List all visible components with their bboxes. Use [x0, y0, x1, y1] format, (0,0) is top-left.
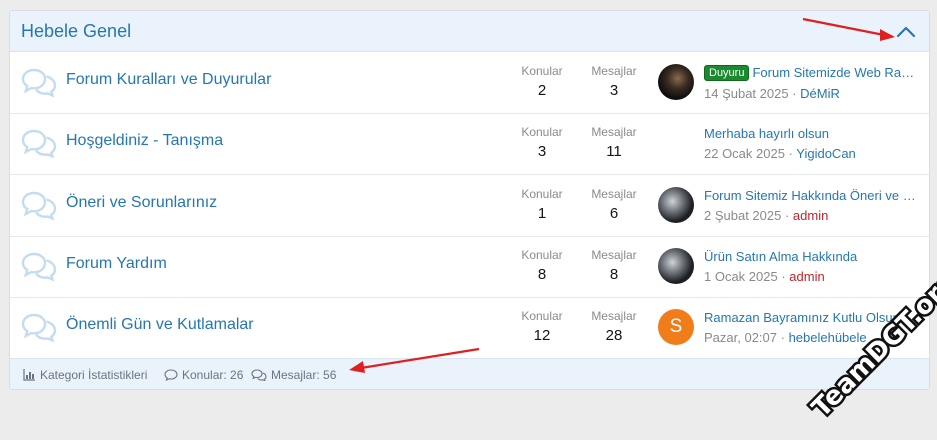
latest-post: Merhaba hayırlı olsun 22 Ocak 2025 · Yigi…	[704, 126, 919, 161]
forum-category-block: Hebele Genel Forum Kuralları ve Duyurula…	[9, 10, 930, 390]
latest-post-title-text: Forum Sitemizde Web Rad...	[752, 65, 919, 80]
forum-chat-icon	[20, 128, 58, 159]
footer-konular: Konular: 26	[164, 368, 243, 382]
stat-mesajlar: Mesajlar 8	[582, 248, 646, 283]
stat-label: Konular	[521, 309, 563, 323]
forum-row: Önemli Gün ve Kutlamalar Konular 12 Mesajla…	[10, 297, 929, 358]
forum-row: Forum Kuralları ve Duyurular Konular 2 Mesa…	[10, 52, 929, 114]
stat-label: Mesajlar	[591, 248, 637, 262]
stat-label: Konular	[521, 125, 563, 139]
stat-label: Konular	[521, 248, 563, 262]
stat-value: 2	[537, 82, 547, 99]
latest-post: Duyuru Forum Sitemizde Web Rad... 14 Şubat…	[704, 65, 919, 101]
latest-post-user[interactable]: DéMiR	[800, 86, 840, 101]
category-footer: Kategori İstatistikleri Konular: 26 Mesa…	[10, 358, 929, 389]
stat-value: 28	[605, 327, 623, 344]
stat-value: 1	[537, 205, 547, 222]
latest-post-title-text: Forum Sitemiz Hakkında Öneri ve S...	[704, 188, 919, 203]
stat-label: Konular	[521, 187, 563, 201]
latest-post-title[interactable]: Ürün Satın Alma Hakkında	[704, 249, 919, 264]
stat-mesajlar: Mesajlar 11	[582, 125, 646, 160]
latest-post-title[interactable]: Ramazan Bayramınız Kutlu Olsun	[704, 310, 919, 325]
latest-post-user[interactable]: admin	[793, 208, 828, 223]
stat-value: 12	[533, 327, 551, 344]
forum-title-link[interactable]: Forum Kuralları ve Duyurular	[66, 71, 271, 89]
footer-mesajlar: Mesajlar: 56	[251, 368, 336, 382]
stat-value: 11	[606, 143, 622, 160]
stat-value: 3	[609, 82, 619, 99]
avatar[interactable]	[658, 248, 694, 284]
latest-post-meta: 2 Şubat 2025 · admin	[704, 208, 829, 223]
latest-post-date[interactable]: 1 Ocak 2025	[704, 269, 778, 284]
latest-post-date[interactable]: 14 Şubat 2025	[704, 86, 789, 101]
stat-label: Mesajlar	[591, 309, 637, 323]
latest-post-meta: 1 Ocak 2025 · admin	[704, 269, 825, 284]
latest-post-title-text: Merhaba hayırlı olsun	[704, 126, 830, 141]
comments-icon	[251, 369, 267, 382]
stat-mesajlar: Mesajlar 6	[582, 187, 646, 222]
forum-row: Forum Yardım Konular 8 Mesajlar 8 Ürün Satın …	[10, 236, 929, 298]
forum-row: Öneri ve Sorunlarınız Konular 1 Mesajlar 6 Fo…	[10, 175, 929, 237]
chevron-up-icon[interactable]	[895, 23, 917, 41]
latest-post-title[interactable]: Duyuru Forum Sitemizde Web Rad...	[704, 65, 919, 81]
latest-post-title[interactable]: Merhaba hayırlı olsun	[704, 126, 919, 141]
stat-label: Mesajlar	[591, 125, 637, 139]
forum-row: Hoşgeldiniz - Tanışma Konular 3 Mesajlar 11 M…	[10, 113, 929, 175]
forum-title-link[interactable]: Hoşgeldiniz - Tanışma	[66, 132, 223, 150]
stat-konular: Konular 8	[510, 248, 574, 283]
latest-post: Forum Sitemiz Hakkında Öneri ve S... 2 Şu…	[704, 188, 919, 223]
stat-konular: Konular 2	[510, 64, 574, 99]
stat-label: Mesajlar	[591, 187, 637, 201]
latest-post-date[interactable]: Pazar, 02:07	[704, 330, 777, 345]
latest-post-title-text: Ramazan Bayramınız Kutlu Olsun	[704, 310, 900, 325]
latest-post-user[interactable]: YigidoCan	[796, 146, 856, 161]
stat-mesajlar: Mesajlar 28	[582, 309, 646, 344]
latest-post-meta: 22 Ocak 2025 · YigidoCan	[704, 146, 856, 161]
latest-post-meta: Pazar, 02:07 · hebelehübele	[704, 330, 867, 345]
stat-label: Mesajlar	[591, 64, 637, 78]
forum-chat-icon	[20, 190, 58, 221]
comment-icon	[164, 369, 178, 382]
prefix-badge[interactable]: Duyuru	[704, 65, 750, 81]
category-title[interactable]: Hebele Genel	[21, 21, 131, 42]
stat-mesajlar: Mesajlar 3	[582, 64, 646, 99]
latest-post-date[interactable]: 22 Ocak 2025	[704, 146, 785, 161]
latest-post-title[interactable]: Forum Sitemiz Hakkında Öneri ve S...	[704, 188, 919, 203]
avatar[interactable]	[658, 187, 694, 223]
forum-title-link[interactable]: Öneri ve Sorunlarınız	[66, 194, 217, 212]
stat-label: Konular	[521, 64, 563, 78]
latest-post-title-text: Ürün Satın Alma Hakkında	[704, 249, 858, 264]
forum-chat-icon	[20, 312, 58, 343]
forum-title-link[interactable]: Önemli Gün ve Kutlamalar	[66, 316, 254, 334]
category-header: Hebele Genel	[10, 11, 929, 52]
forum-chat-icon	[20, 67, 58, 98]
stat-value: 8	[537, 266, 547, 283]
latest-post-user[interactable]: hebelehübele	[789, 330, 867, 345]
forum-title-link[interactable]: Forum Yardım	[66, 255, 167, 273]
forum-chat-icon	[20, 251, 58, 282]
avatar[interactable]: S	[658, 309, 694, 345]
stat-konular: Konular 12	[510, 309, 574, 344]
category-stats[interactable]: Kategori İstatistikleri	[23, 368, 147, 382]
latest-post: Ürün Satın Alma Hakkında 1 Ocak 2025 · ad…	[704, 249, 919, 284]
category-stats-label: Kategori İstatistikleri	[40, 368, 148, 382]
latest-post-user[interactable]: admin	[789, 269, 824, 284]
footer-konular-text: Konular: 26	[182, 368, 244, 382]
stat-konular: Konular 1	[510, 187, 574, 222]
bar-chart-icon	[23, 369, 35, 381]
stat-value: 3	[537, 143, 547, 160]
latest-post-meta: 14 Şubat 2025 · DéMiR	[704, 86, 840, 101]
latest-post: Ramazan Bayramınız Kutlu Olsun Pazar, 02:…	[704, 310, 919, 345]
latest-post-date[interactable]: 2 Şubat 2025	[704, 208, 781, 223]
stat-value: 8	[609, 266, 619, 283]
footer-mesajlar-text: Mesajlar: 56	[271, 368, 337, 382]
stat-konular: Konular 3	[510, 125, 574, 160]
stat-value: 6	[609, 205, 619, 222]
avatar[interactable]	[658, 64, 694, 100]
